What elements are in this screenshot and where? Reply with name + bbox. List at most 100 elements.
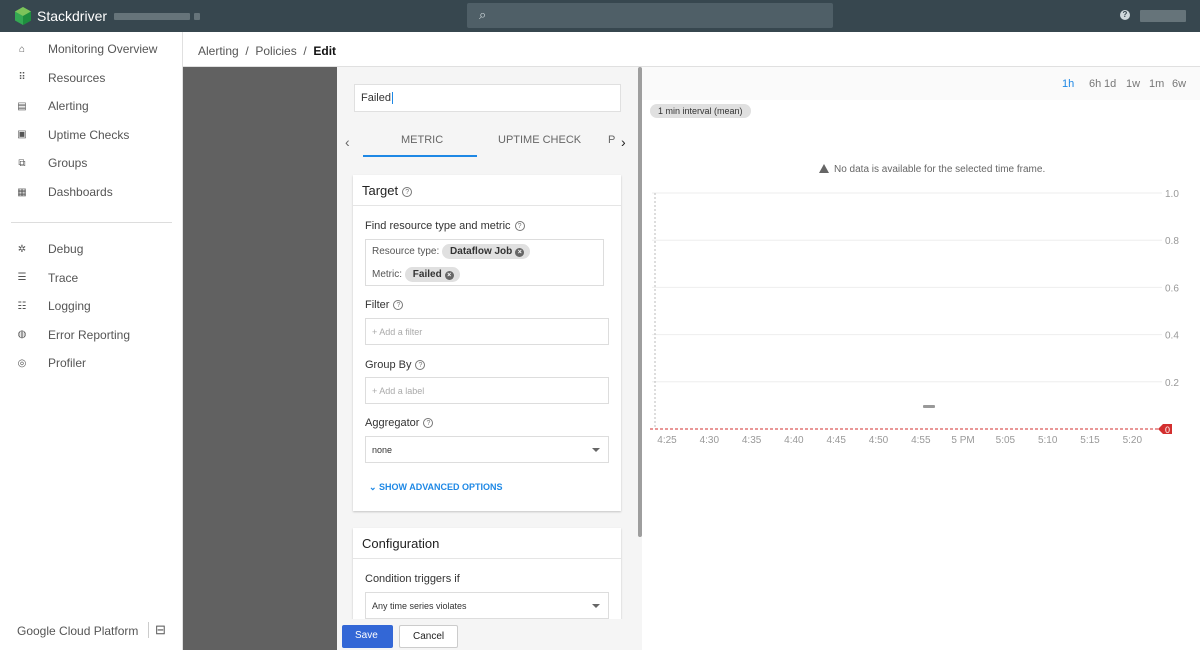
resource-chip[interactable]: Dataflow Job × <box>442 244 531 259</box>
groups-icon: ⧉ <box>18 157 26 169</box>
sidebar-item-label: Groups <box>48 156 88 171</box>
time-range-selector: 1h 6h 1d 1w 1m 6w <box>642 67 1200 100</box>
stackdriver-logo-icon <box>15 7 31 25</box>
sidebar-item-debug[interactable]: ✲ Debug <box>0 235 183 263</box>
sidebar-item-label: Error Reporting <box>48 327 131 342</box>
tab-uptime-check[interactable]: UPTIME CHECK <box>498 134 581 146</box>
sidebar-item-label: Profiler <box>48 356 87 371</box>
tab-metric[interactable]: METRIC <box>401 134 443 146</box>
help-icon[interactable]: ? <box>423 418 434 429</box>
collapse-sidebar-icon[interactable]: ⊟ <box>148 622 166 638</box>
sidebar: ⌂ Monitoring Overview ⠿ Resources ▤ Alerting ▣… <box>0 32 183 650</box>
range-1w[interactable]: 1w <box>1126 78 1140 90</box>
range-1m[interactable]: 1m <box>1149 78 1164 90</box>
sidebar-item-alerting[interactable]: ▤ Alerting <box>0 92 183 120</box>
x-tick-label: 4:55 <box>911 435 931 446</box>
help-icon[interactable]: ? <box>415 360 426 371</box>
sidebar-item-profiler[interactable]: ◎ Profiler <box>0 349 183 377</box>
configuration-title: Configuration <box>353 528 621 559</box>
sidebar-item-monitoring-overview[interactable]: ⌂ Monitoring Overview <box>0 35 183 63</box>
y-tick-label: 0.6 <box>1165 283 1179 294</box>
no-data-message: No data is available for the selected ti… <box>834 164 1045 175</box>
filter-input[interactable]: + Add a filter <box>365 318 609 345</box>
sidebar-item-groups[interactable]: ⧉ Groups <box>0 149 183 177</box>
sidebar-item-label: Dashboards <box>48 185 113 199</box>
trace-icon: ☰ <box>17 272 27 284</box>
aggregator-label: Aggregator <box>365 417 420 429</box>
help-icon[interactable]: ? <box>393 300 404 311</box>
x-tick-label: 4:45 <box>826 435 846 446</box>
range-1d[interactable]: 1d <box>1104 78 1116 90</box>
condition-tabs: ‹ METRIC UPTIME CHECK P › <box>337 125 637 157</box>
breadcrumb: Alerting / Policies / Edit <box>183 32 1200 67</box>
range-6w[interactable]: 6w <box>1172 78 1186 90</box>
tab-partial[interactable]: P <box>608 134 615 146</box>
breadcrumb-policies[interactable]: Policies <box>255 44 296 58</box>
x-tick-label: 5:15 <box>1080 435 1100 446</box>
gcp-logo: Google Cloud Platform <box>17 624 139 638</box>
y-tick-label: 0.8 <box>1165 236 1179 247</box>
target-title: Target <box>362 183 399 198</box>
x-tick-label: 4:25 <box>657 435 677 446</box>
help-icon[interactable]: ? <box>1120 10 1130 20</box>
project-name-redacted[interactable] <box>114 13 190 20</box>
cancel-button[interactable]: Cancel <box>399 625 459 648</box>
sidebar-divider <box>11 222 172 223</box>
sidebar-item-uptime-checks[interactable]: ▣ Uptime Checks <box>0 121 183 149</box>
chevron-down-icon: ⌄ <box>369 482 380 492</box>
sidebar-item-label: Alerting <box>48 99 89 114</box>
x-tick-label: 5:10 <box>1038 435 1058 446</box>
sidebar-item-label: Debug <box>48 242 84 256</box>
tabs-prev-chevron-icon[interactable]: ‹ <box>345 134 350 150</box>
trigger-select[interactable]: Any time series violates <box>365 592 609 619</box>
sidebar-item-label: Resources <box>48 70 106 85</box>
trigger-label: Condition triggers if <box>365 573 460 585</box>
condition-editor: Failed ‹ METRIC UPTIME CHECK P › Target?… <box>337 67 642 650</box>
groupby-input[interactable]: + Add a label <box>365 377 609 404</box>
find-label: Find resource type and metric <box>365 220 511 232</box>
x-tick-label: 4:50 <box>869 435 889 446</box>
resize-handle <box>923 405 935 408</box>
remove-icon[interactable]: × <box>515 248 525 257</box>
top-bar: Stackdriver ⌕ ? <box>0 0 1200 32</box>
profiler-icon: ◎ <box>17 357 27 369</box>
resource-metric-selector[interactable]: Resource type: Dataflow Job × Metric: Fai… <box>365 239 604 286</box>
condition-name-input[interactable]: Failed <box>354 84 621 112</box>
home-icon: ⌂ <box>18 43 26 55</box>
remove-icon[interactable]: × <box>444 271 454 280</box>
debug-icon: ✲ <box>17 243 27 255</box>
help-icon[interactable]: ? <box>402 186 413 197</box>
y-tick-label: 0.2 <box>1165 378 1179 389</box>
range-6h[interactable]: 6h <box>1089 78 1101 90</box>
show-advanced-options-button[interactable]: ⌄ SHOW ADVANCED OPTIONS <box>369 482 503 493</box>
sidebar-item-resources[interactable]: ⠿ Resources <box>0 64 183 92</box>
sidebar-item-trace[interactable]: ☰ Trace <box>0 264 183 292</box>
sidebar-item-label: Uptime Checks <box>48 127 130 142</box>
threshold-label: 0 <box>1165 425 1170 435</box>
sidebar-item-logging[interactable]: ☷ Logging <box>0 292 183 320</box>
x-tick-label: 4:30 <box>700 435 720 446</box>
breadcrumb-alerting[interactable]: Alerting <box>198 44 239 58</box>
alert-icon: ▤ <box>17 100 27 112</box>
metric-chip[interactable]: Failed × <box>404 267 460 282</box>
interval-badge[interactable]: 1 min interval (mean) <box>650 104 751 118</box>
sidebar-item-dashboards[interactable]: ▦ Dashboards <box>0 178 183 206</box>
range-1h[interactable]: 1h <box>1062 78 1074 90</box>
active-tab-indicator <box>363 155 477 157</box>
help-icon[interactable]: ? <box>514 221 525 232</box>
target-card: Target? Find resource type and metric? R… <box>353 175 621 511</box>
x-tick-label: 5:20 <box>1123 435 1143 446</box>
search-input[interactable]: ⌕ <box>467 3 833 28</box>
account-redacted[interactable] <box>1140 10 1186 22</box>
brand-name: Stackdriver <box>37 8 108 24</box>
sidebar-item-label: Logging <box>48 299 91 314</box>
project-dropdown-redacted[interactable] <box>194 13 200 20</box>
save-button[interactable]: Save <box>342 625 393 648</box>
aggregator-select[interactable]: none <box>365 436 609 463</box>
logging-icon: ☷ <box>17 300 27 312</box>
tabs-next-chevron-icon[interactable]: › <box>621 134 626 150</box>
sidebar-item-label: Trace <box>48 270 79 285</box>
x-tick-label: 4:40 <box>784 435 804 446</box>
search-icon: ⌕ <box>479 7 487 22</box>
sidebar-item-error-reporting[interactable]: ◍ Error Reporting <box>0 321 183 349</box>
